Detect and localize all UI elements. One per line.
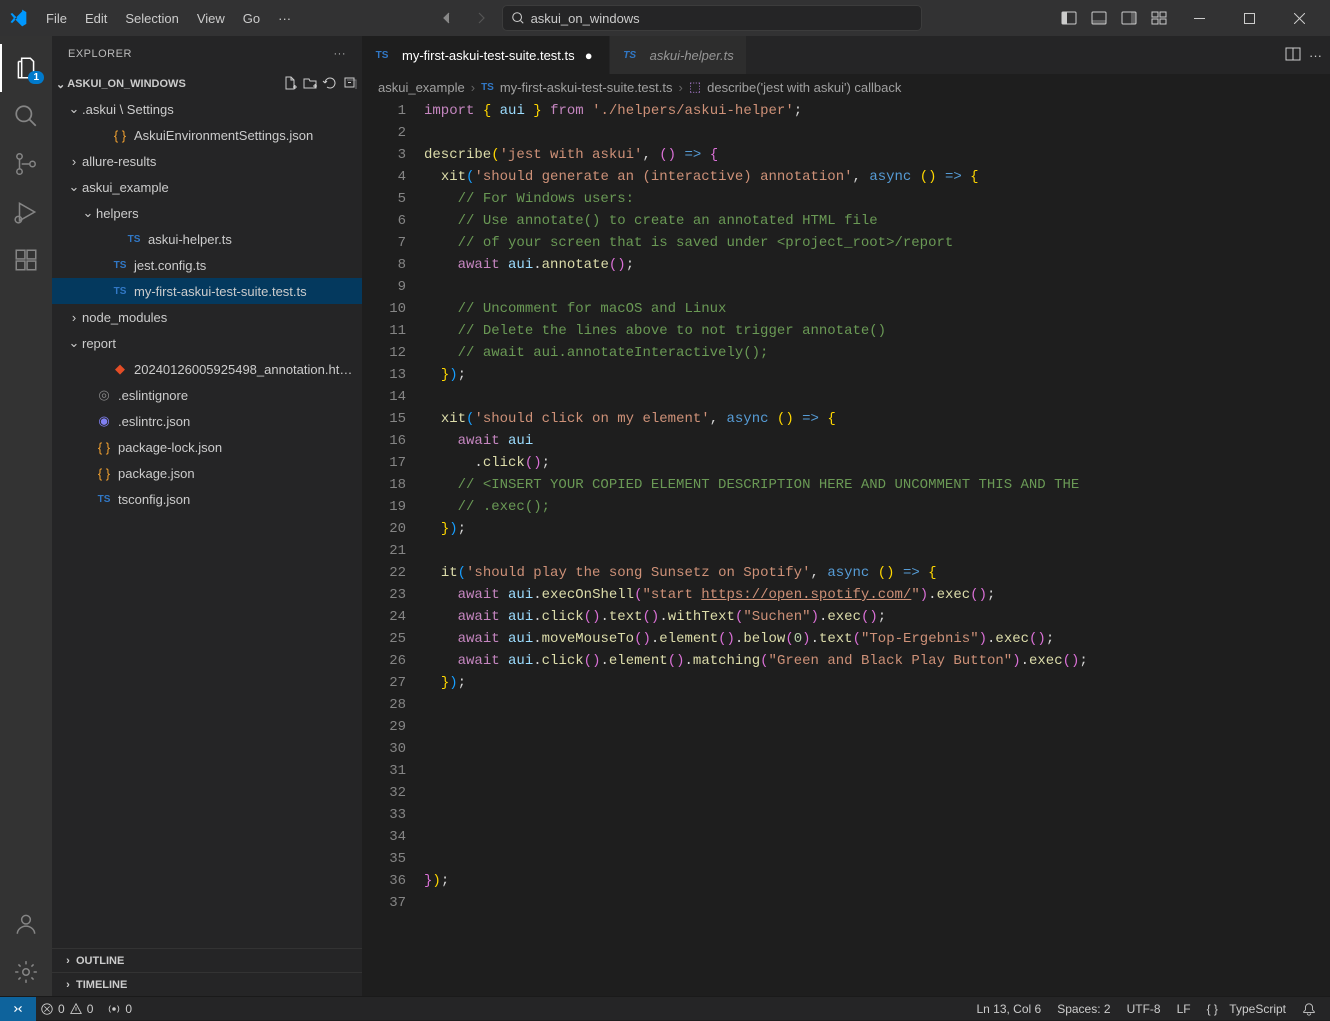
status-notifications[interactable] [1302, 1002, 1316, 1016]
status-problems[interactable]: 0 0 [40, 1002, 93, 1016]
sidebar: EXPLORER ··· ⌄ ASKUI_ON_WINDOWS ⌄.askui … [52, 36, 362, 996]
activity-run-debug[interactable] [0, 188, 52, 236]
sidebar-title: EXPLORER [68, 48, 132, 60]
menu-edit[interactable]: Edit [77, 7, 115, 30]
tree-file[interactable]: TStsconfig.json [52, 486, 362, 512]
project-section-header[interactable]: ⌄ ASKUI_ON_WINDOWS [52, 72, 362, 96]
activity-source-control[interactable] [0, 140, 52, 188]
new-file-icon[interactable] [282, 75, 298, 94]
explorer-badge: 1 [28, 71, 44, 84]
editor-tabs: TS my-first-askui-test-suite.test.ts ● T… [362, 36, 1330, 74]
vertical-scrollbar[interactable] [1316, 100, 1330, 996]
status-bar: 0 0 0 Ln 13, Col 6 Spaces: 2 UTF-8 LF { … [0, 996, 1330, 1020]
status-indentation[interactable]: Spaces: 2 [1057, 1002, 1110, 1016]
menu-go[interactable]: Go [235, 7, 268, 30]
tree-folder[interactable]: ⌄report [52, 330, 362, 356]
activity-explorer[interactable]: 1 [0, 44, 52, 92]
tree-folder[interactable]: ⌄askui_example [52, 174, 362, 200]
command-center[interactable]: askui_on_windows [502, 5, 922, 31]
tab-label: askui-helper.ts [650, 48, 734, 63]
layout-secondary-icon[interactable] [1116, 5, 1142, 31]
breadcrumb-folder[interactable]: askui_example [378, 80, 465, 95]
window-maximize-button[interactable] [1226, 0, 1272, 36]
tab-active-file[interactable]: TS my-first-askui-test-suite.test.ts ● [362, 36, 610, 74]
code-content[interactable]: import { aui } from './helpers/askui-hel… [424, 100, 1330, 996]
search-icon [511, 11, 525, 25]
refresh-icon[interactable] [322, 75, 338, 94]
window-close-button[interactable] [1276, 0, 1322, 36]
bell-icon [1302, 1002, 1316, 1016]
typescript-icon: TS [622, 47, 638, 63]
status-language[interactable]: { } TypeScript [1207, 1002, 1286, 1016]
activity-accounts[interactable] [0, 900, 52, 948]
new-folder-icon[interactable] [302, 75, 318, 94]
tree-folder[interactable]: ⌄helpers [52, 200, 362, 226]
status-encoding[interactable]: UTF-8 [1127, 1002, 1161, 1016]
editor-more-icon[interactable]: ··· [1309, 48, 1322, 63]
breadcrumb-symbol[interactable]: describe('jest with askui') callback [707, 80, 901, 95]
chevron-right-icon: › [471, 80, 475, 95]
error-icon [40, 1002, 54, 1016]
timeline-section[interactable]: ›TIMELINE [52, 972, 362, 996]
menu-selection[interactable]: Selection [117, 7, 186, 30]
activity-search[interactable] [0, 92, 52, 140]
menu-bar: File Edit Selection View Go ··· [38, 7, 299, 30]
project-name: ASKUI_ON_WINDOWS [67, 78, 186, 90]
status-ports[interactable]: 0 [107, 1002, 132, 1016]
vscode-logo-icon [8, 8, 28, 28]
activity-extensions[interactable] [0, 236, 52, 284]
layout-panel-icon[interactable] [1086, 5, 1112, 31]
command-center-label: askui_on_windows [531, 11, 640, 26]
line-gutter: 1234567891011121314151617181920212223242… [362, 100, 424, 996]
editor-area: TS my-first-askui-test-suite.test.ts ● T… [362, 36, 1330, 996]
typescript-icon: TS [374, 47, 390, 63]
tree-file[interactable]: TSjest.config.ts [52, 252, 362, 278]
warning-icon [69, 1002, 83, 1016]
activity-settings[interactable] [0, 948, 52, 996]
menu-view[interactable]: View [189, 7, 233, 30]
tree-file[interactable]: ◉.eslintrc.json [52, 408, 362, 434]
symbol-icon: ⬚ [689, 79, 701, 95]
status-eol[interactable]: LF [1177, 1002, 1191, 1016]
tree-folder[interactable]: ⌄.askui \ Settings [52, 96, 362, 122]
layout-primary-icon[interactable] [1056, 5, 1082, 31]
activity-bar: 1 [0, 36, 52, 996]
sidebar-more-icon[interactable]: ··· [334, 48, 347, 60]
menu-more[interactable]: ··· [270, 7, 299, 30]
outline-section[interactable]: ›OUTLINE [52, 948, 362, 972]
minimap[interactable] [1220, 100, 1316, 996]
titlebar: File Edit Selection View Go ··· askui_on… [0, 0, 1330, 36]
tree-file[interactable]: TSaskui-helper.ts [52, 226, 362, 252]
typescript-icon: TS [481, 82, 494, 93]
tree-file[interactable]: TSmy-first-askui-test-suite.test.ts [52, 278, 362, 304]
status-cursor[interactable]: Ln 13, Col 6 [976, 1002, 1041, 1016]
tree-file[interactable]: { }package-lock.json [52, 434, 362, 460]
tree-file[interactable]: ◎.eslintignore [52, 382, 362, 408]
tab-preview-file[interactable]: TS askui-helper.ts [610, 36, 747, 74]
tree-file[interactable]: ◆20240126005925498_annotation.ht… [52, 356, 362, 382]
menu-file[interactable]: File [38, 7, 75, 30]
layout-customize-icon[interactable] [1146, 5, 1172, 31]
tree-file[interactable]: { }package.json [52, 460, 362, 486]
window-minimize-button[interactable] [1176, 0, 1222, 36]
chevron-right-icon: › [678, 80, 682, 95]
radio-icon [107, 1002, 121, 1016]
tab-dirty-icon[interactable]: ● [581, 47, 597, 63]
split-editor-icon[interactable] [1285, 46, 1301, 65]
breadcrumb-file[interactable]: my-first-askui-test-suite.test.ts [500, 80, 673, 95]
nav-back-button[interactable] [434, 5, 460, 31]
editor[interactable]: 1234567891011121314151617181920212223242… [362, 100, 1330, 996]
remote-button[interactable] [0, 997, 36, 1021]
file-tree: ⌄.askui \ Settings{ }AskuiEnvironmentSet… [52, 96, 362, 948]
tree-folder[interactable]: ›allure-results [52, 148, 362, 174]
tree-file[interactable]: { }AskuiEnvironmentSettings.json [52, 122, 362, 148]
chevron-down-icon: ⌄ [56, 78, 65, 91]
nav-forward-button[interactable] [468, 5, 494, 31]
tab-label: my-first-askui-test-suite.test.ts [402, 48, 575, 63]
breadcrumb[interactable]: askui_example › TS my-first-askui-test-s… [362, 74, 1330, 100]
tree-folder[interactable]: ›node_modules [52, 304, 362, 330]
collapse-all-icon[interactable] [342, 75, 358, 94]
